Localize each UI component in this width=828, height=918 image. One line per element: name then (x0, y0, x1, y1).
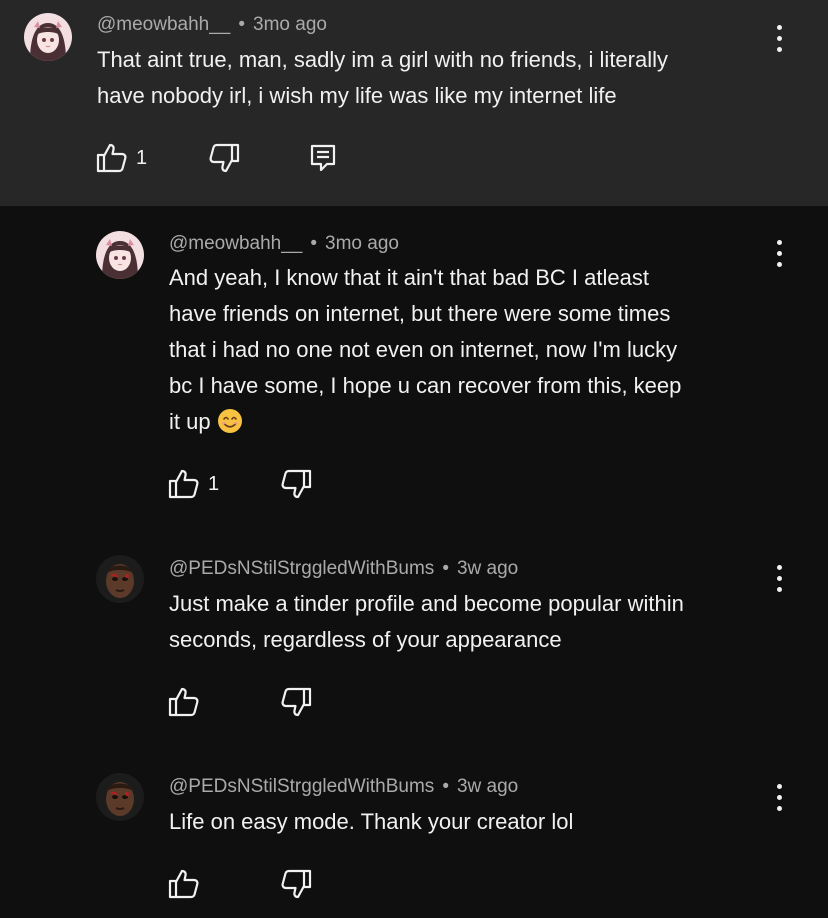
comment-text: And yeah, I know that it ain't that bad … (169, 265, 682, 434)
fighter-face-avatar[interactable] (96, 773, 144, 821)
anime-girl-avatar[interactable] (24, 13, 72, 61)
comment-item: @meowbahh__ • 3mo ago That aint true, man,… (0, 0, 828, 206)
comment-meta: @PEDsNStilStrggledWithBums • 3w ago (169, 776, 518, 798)
dislike-button[interactable] (278, 684, 314, 720)
comment-time[interactable]: 3w ago (457, 776, 518, 797)
thumbs-up-icon (94, 140, 130, 176)
thumbs-up-icon (166, 866, 202, 902)
thumbs-up-icon (166, 684, 202, 720)
comment-meta: @meowbahh__ • 3mo ago (169, 233, 399, 255)
comment-text: That aint true, man, sadly im a girl wit… (97, 47, 669, 108)
dislike-button[interactable] (278, 466, 314, 502)
comment-text: Just make a tinder profile and become po… (169, 591, 684, 652)
comment-author[interactable]: @PEDsNStilStrggledWithBums (169, 558, 434, 579)
more-options-icon[interactable] (769, 22, 789, 56)
comment-meta: @PEDsNStilStrggledWithBums • 3w ago (169, 558, 518, 580)
like-button[interactable] (166, 466, 202, 502)
comment-author[interactable]: @meowbahh__ (97, 14, 230, 35)
comment-text: Life on easy mode. Thank your creator lo… (169, 809, 574, 834)
comment-time[interactable]: 3w ago (457, 558, 518, 579)
more-options-icon[interactable] (769, 237, 789, 271)
dislike-button[interactable] (278, 866, 314, 902)
reply-item: @PEDsNStilStrggledWithBums • 3w ago Just m… (0, 540, 828, 740)
reply-item: @PEDsNStilStrggledWithBums • 3w ago Life o… (0, 758, 828, 918)
like-button[interactable] (94, 140, 130, 176)
reply-button[interactable] (305, 140, 341, 176)
dislike-button[interactable] (206, 140, 242, 176)
reply-item: @meowbahh__ • 3mo ago And yeah, I know tha… (0, 206, 828, 496)
comment-time[interactable]: 3mo ago (253, 14, 327, 35)
comment-text-block: And yeah, I know that it ain't that bad … (169, 260, 779, 440)
reply-icon (305, 140, 341, 176)
thumbs-down-icon (278, 684, 314, 720)
thumbs-down-icon (278, 466, 314, 502)
meta-separator: • (442, 776, 449, 797)
like-button[interactable] (166, 866, 202, 902)
like-count: 1 (136, 147, 148, 169)
more-options-icon[interactable] (769, 562, 789, 596)
comment-author[interactable]: @PEDsNStilStrggledWithBums (169, 776, 434, 797)
comment-time[interactable]: 3mo ago (325, 233, 399, 254)
more-options-icon[interactable] (769, 781, 789, 815)
thumbs-up-icon (166, 466, 202, 502)
like-button[interactable] (166, 684, 202, 720)
thumbs-down-icon (278, 866, 314, 902)
anime-girl-avatar[interactable] (96, 231, 144, 279)
meta-separator: • (238, 14, 246, 35)
meta-separator: • (310, 233, 318, 254)
comment-meta: @meowbahh__ • 3mo ago (97, 14, 327, 36)
thumbs-down-icon (206, 140, 242, 176)
fighter-face-avatar[interactable] (96, 555, 144, 603)
comment-author[interactable]: @meowbahh__ (169, 233, 302, 254)
like-count: 1 (208, 473, 220, 495)
meta-separator: • (442, 558, 449, 579)
smiling-face-emoji (217, 408, 243, 434)
